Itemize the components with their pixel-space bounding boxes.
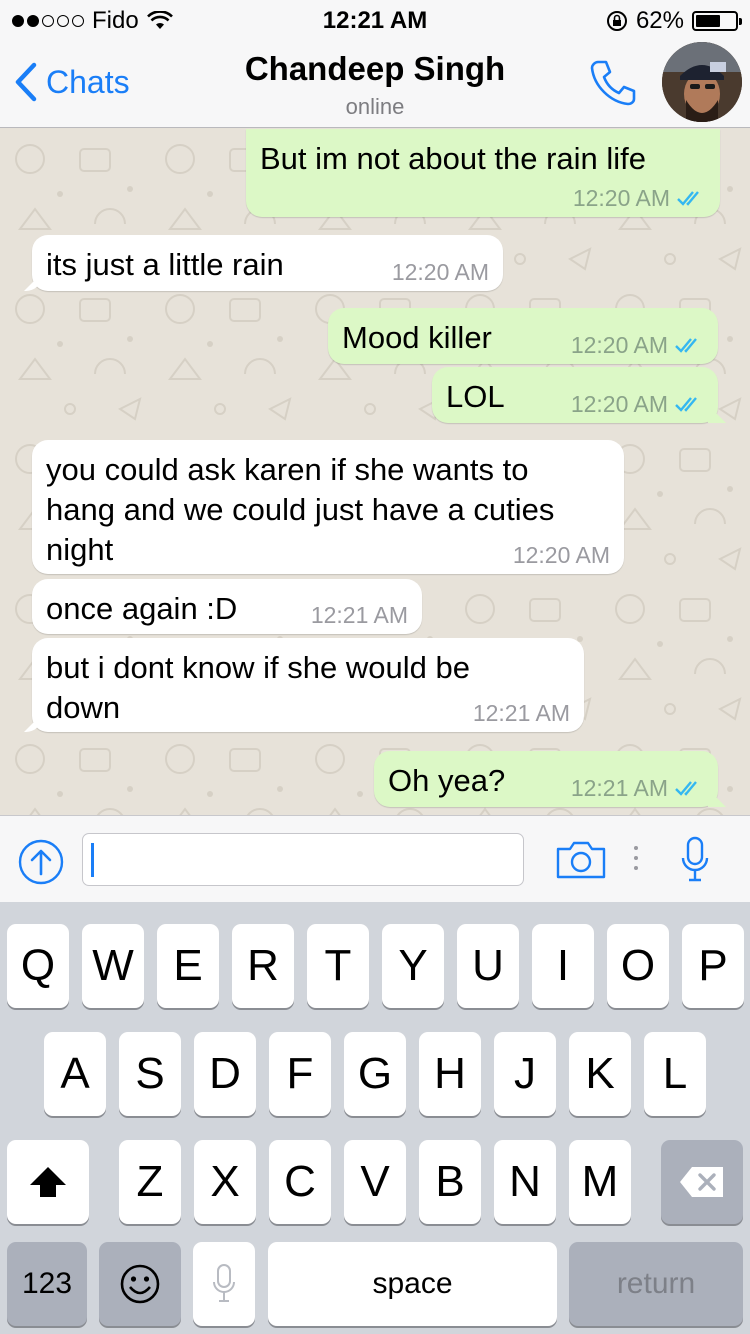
message-text: you could ask karen if she wants to hang… [46,452,555,567]
message-meta: 12:20 AM [392,259,489,285]
key-r[interactable]: R [232,924,294,1008]
message-meta: 12:20 AM [513,542,610,568]
key-d[interactable]: D [194,1032,256,1116]
message-bubble-outgoing[interactable]: Oh yea? 12:21 AM [374,751,718,807]
avatar[interactable] [662,42,742,122]
message-time: 12:21 AM [310,602,408,628]
message-meta: 12:20 AM [571,391,704,417]
message-input[interactable] [82,833,524,886]
key-t[interactable]: T [307,924,369,1008]
dictation-key[interactable] [193,1242,255,1326]
key-m[interactable]: M [569,1140,631,1224]
message-meta: 12:21 AM [571,775,704,801]
key-i[interactable]: I [532,924,594,1008]
battery-percent: 62% [635,7,684,34]
message-bubble-incoming[interactable]: you could ask karen if she wants to hang… [32,440,624,574]
numbers-key[interactable]: 123 [7,1242,87,1326]
message-bubble-outgoing[interactable]: LOL 12:20 AM [432,367,718,423]
lock-rotation-icon [606,11,627,31]
emoji-icon [120,1264,160,1304]
shift-key[interactable] [7,1140,89,1224]
key-n[interactable]: N [494,1140,556,1224]
conversation-header: Chats Chandeep Singh online [0,40,750,128]
key-v[interactable]: V [344,1140,406,1224]
key-l[interactable]: L [644,1032,706,1116]
message-list[interactable]: But im not about the rain life 12:20 AM … [0,129,750,815]
text-caret [91,843,94,877]
status-right: 62% [606,7,742,35]
emoji-key[interactable] [99,1242,181,1326]
message-bubble-incoming[interactable]: but i dont know if she would be down 12:… [32,638,584,732]
key-c[interactable]: C [269,1140,331,1224]
key-x[interactable]: X [194,1140,256,1224]
message-bubble-outgoing[interactable]: But im not about the rain life 12:20 AM [246,129,720,217]
shift-icon [30,1167,66,1197]
message-bubble-incoming[interactable]: once again :D 12:21 AM [32,579,422,634]
message-time: 12:20 AM [512,542,610,568]
key-f[interactable]: F [269,1032,331,1116]
camera-icon[interactable] [555,840,607,880]
read-ticks-icon [675,338,697,353]
message-meta: 12:21 AM [473,700,570,726]
key-q[interactable]: Q [7,924,69,1008]
compose-bar [0,815,750,902]
key-k[interactable]: K [569,1032,631,1116]
read-ticks-icon [675,397,697,412]
message-time: 12:21 AM [570,775,668,801]
message-meta: 12:21 AM [311,602,408,628]
battery-icon [692,11,742,31]
return-key[interactable]: return [569,1242,743,1326]
message-text: But im not about the rain life [260,141,647,176]
message-bubble-outgoing[interactable]: Mood killer 12:20 AM [328,308,718,364]
dictation-icon [213,1264,235,1302]
key-y[interactable]: Y [382,924,444,1008]
key-s[interactable]: S [119,1032,181,1116]
phone-icon[interactable] [588,56,640,108]
key-p[interactable]: P [682,924,744,1008]
key-h[interactable]: H [419,1032,481,1116]
key-u[interactable]: U [457,924,519,1008]
message-meta: 12:20 AM [571,332,704,358]
keyboard: Q W E R T Y U I O P A S D F G H J K L Z … [0,902,750,1334]
key-j[interactable]: J [494,1032,556,1116]
message-time: 12:20 AM [391,259,489,285]
space-key[interactable]: space [268,1242,557,1326]
delete-icon [680,1167,723,1197]
key-o[interactable]: O [607,924,669,1008]
key-w[interactable]: W [82,924,144,1008]
status-bar: Fido 12:21 AM 62% [0,0,750,40]
key-a[interactable]: A [44,1032,106,1116]
read-ticks-icon [675,781,697,796]
message-time: 12:21 AM [472,700,570,726]
message-time: 12:20 AM [570,391,668,417]
key-b[interactable]: B [419,1140,481,1224]
delete-key[interactable] [661,1140,743,1224]
message-time: 12:20 AM [572,185,670,211]
message-time: 12:20 AM [570,332,668,358]
message-meta: 12:20 AM [573,185,706,211]
share-icon[interactable] [17,838,65,886]
microphone-icon[interactable] [680,836,710,884]
key-z[interactable]: Z [119,1140,181,1224]
message-text: but i dont know if she would be down [46,650,470,725]
read-ticks-icon [677,191,699,206]
key-g[interactable]: G [344,1032,406,1116]
key-e[interactable]: E [157,924,219,1008]
message-bubble-incoming[interactable]: its just a little rain 12:20 AM [32,235,503,291]
divider-dots [634,846,638,870]
